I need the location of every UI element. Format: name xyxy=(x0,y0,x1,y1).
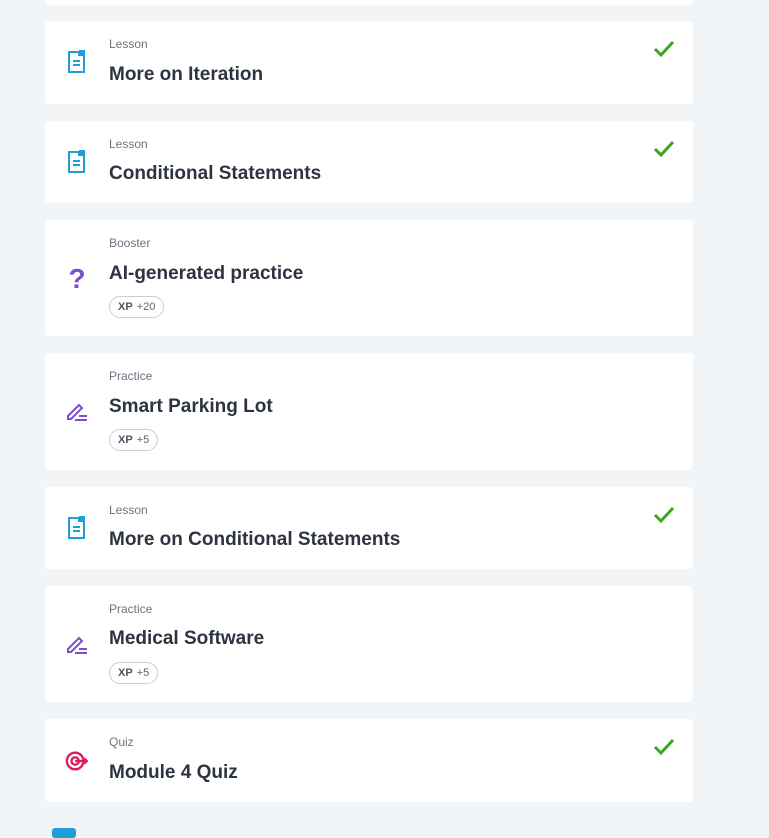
item-title[interactable]: Conditional Statements xyxy=(109,163,321,185)
lesson-document-icon xyxy=(65,48,89,76)
completed-check-icon xyxy=(653,140,675,158)
course-item-card-partial[interactable] xyxy=(45,0,693,5)
question-mark-icon: ? xyxy=(68,263,86,294)
item-type-label: Lesson xyxy=(109,137,148,151)
xp-label: XP xyxy=(118,301,133,313)
pencil-edit-icon xyxy=(65,397,89,425)
item-type-label: Quiz xyxy=(109,735,134,749)
item-type-label: Practice xyxy=(109,602,153,616)
item-title[interactable]: Smart Parking Lot xyxy=(109,396,273,418)
item-title[interactable]: More on Conditional Statements xyxy=(109,529,400,551)
course-item-card[interactable]: Quiz Module 4 Quiz xyxy=(45,719,693,802)
item-title[interactable]: More on Iteration xyxy=(109,64,263,86)
xp-label: XP xyxy=(118,667,133,679)
xp-badge: XP +5 xyxy=(109,429,159,451)
xp-badge: XP +5 xyxy=(109,662,159,684)
lesson-document-icon xyxy=(65,148,89,176)
xp-label: XP xyxy=(118,434,133,446)
item-type-label: Lesson xyxy=(109,503,148,517)
completed-check-icon xyxy=(653,40,675,58)
xp-value: +20 xyxy=(136,301,156,313)
item-type-label: Lesson xyxy=(109,37,148,51)
course-item-card[interactable]: Practice Smart Parking Lot XP +5 xyxy=(45,353,693,470)
pencil-edit-icon xyxy=(65,630,89,658)
item-title[interactable]: Module 4 Quiz xyxy=(109,762,238,784)
course-item-card[interactable]: ? Booster AI-generated practice XP +20 xyxy=(45,220,693,336)
xp-value: +5 xyxy=(136,667,150,679)
completed-check-icon xyxy=(653,506,675,524)
course-item-card[interactable]: Lesson More on Iteration xyxy=(45,21,693,104)
xp-badge: XP +20 xyxy=(109,296,165,318)
target-icon xyxy=(65,747,89,775)
completed-check-icon xyxy=(653,738,675,756)
course-item-card[interactable]: Lesson Conditional Statements xyxy=(45,121,693,203)
next-section-icon xyxy=(52,828,76,838)
lesson-document-icon xyxy=(65,514,89,542)
item-title[interactable]: Medical Software xyxy=(109,628,264,650)
item-type-label: Practice xyxy=(109,369,153,383)
xp-value: +5 xyxy=(136,434,150,446)
item-title[interactable]: AI-generated practice xyxy=(109,263,303,285)
item-type-label: Booster xyxy=(109,236,151,250)
course-item-card[interactable]: Practice Medical Software XP +5 xyxy=(45,586,693,702)
course-item-card[interactable]: Lesson More on Conditional Statements xyxy=(45,487,693,569)
